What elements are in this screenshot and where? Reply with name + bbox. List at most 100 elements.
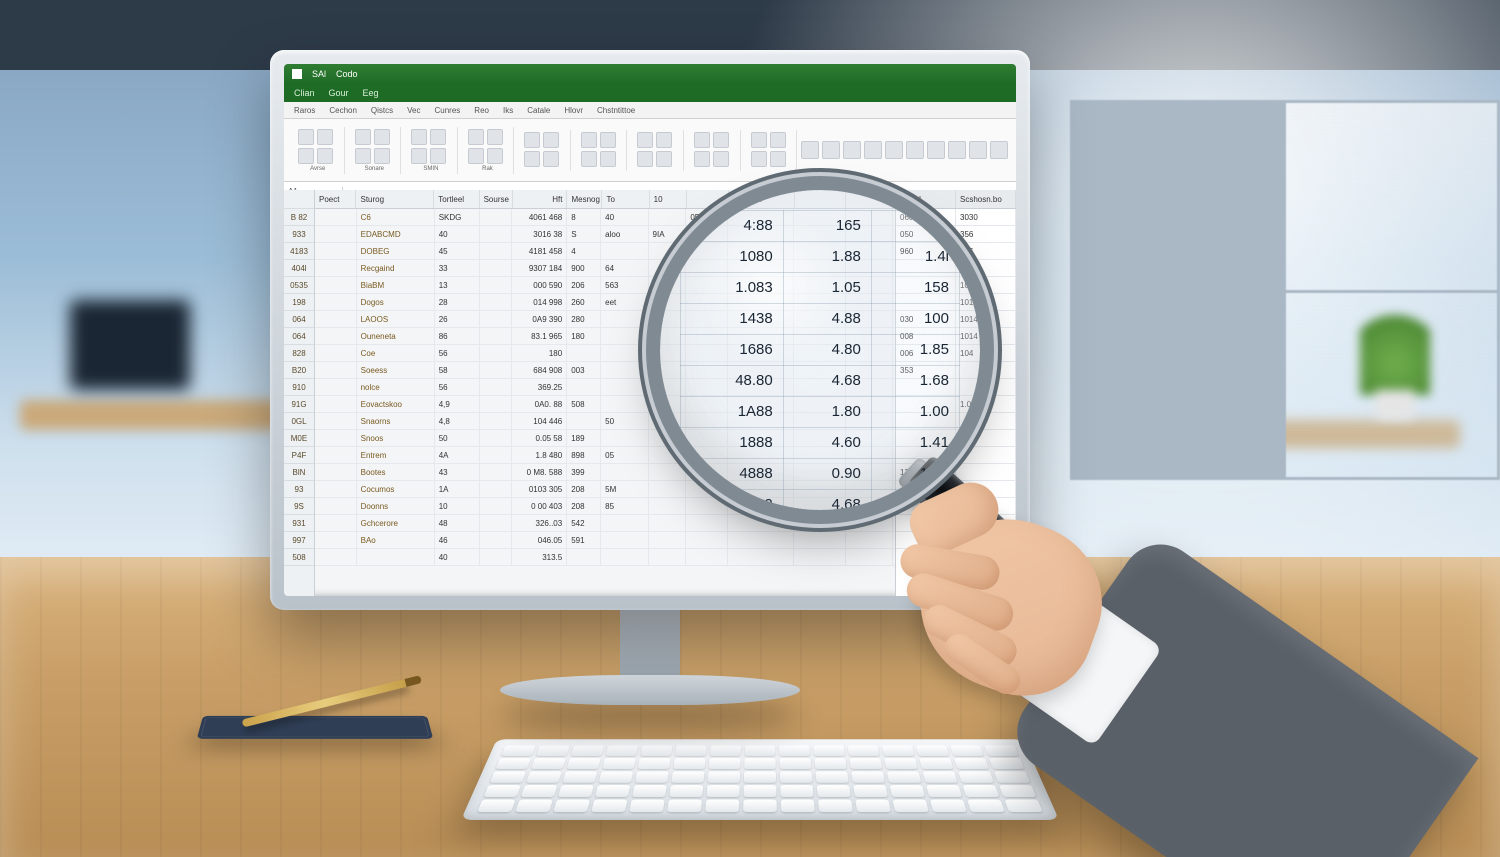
ribbon-button-icon[interactable] [298,148,314,164]
ribbon-button-icon[interactable] [770,132,786,148]
column-header[interactable]: Sourse [480,190,513,208]
row-header[interactable]: 828 [284,345,314,362]
column-header[interactable] [687,190,728,208]
ribbon-button-icon[interactable] [581,151,597,167]
table-row[interactable] [896,515,1016,532]
ribbon-right-icon[interactable] [927,141,945,159]
ribbon-right-icon[interactable] [885,141,903,159]
ribbon-tab[interactable]: Reo [474,106,489,115]
ribbon-button-icon[interactable] [374,129,390,145]
row-header[interactable]: 508 [284,549,314,566]
column-header[interactable] [846,190,893,208]
table-row[interactable]: 0603030 [896,209,1016,226]
table-row[interactable] [896,532,1016,549]
ribbon-button-icon[interactable] [637,132,653,148]
ribbon-right-icon[interactable] [906,141,924,159]
menubar[interactable]: ClianGourEeg [284,84,1016,102]
row-header[interactable]: 0GL [284,413,314,430]
ribbon-right-icon[interactable] [801,141,819,159]
menu-item[interactable]: Clian [294,88,315,98]
row-header[interactable]: M0E [284,430,314,447]
ribbon-button-icon[interactable] [524,132,540,148]
ribbon-tab[interactable]: Hlovr [564,106,583,115]
ribbon-tab[interactable]: Cunres [435,106,461,115]
row-header[interactable]: 064 [284,311,314,328]
row-header[interactable]: BlN [284,464,314,481]
row-header[interactable]: B20 [284,362,314,379]
ribbon-right-icon[interactable] [969,141,987,159]
table-row[interactable] [896,430,1016,447]
ribbon-right-icon[interactable] [864,141,882,159]
table-row[interactable]: 0081014 [896,328,1016,345]
ribbon-tab[interactable]: Iks [503,106,513,115]
table-row[interactable]: 131 [896,464,1016,481]
ribbon-tabs[interactable]: Raros Cechon Qistcs Vec Cunres Reo Iks Catale Hl… [284,102,1016,119]
ribbon-tab[interactable]: Qistcs [371,106,393,115]
ribbon-right-icon[interactable] [990,141,1008,159]
ribbon-button-icon[interactable] [374,148,390,164]
row-header[interactable]: 931 [284,515,314,532]
ribbon-button-icon[interactable] [600,151,616,167]
table-row[interactable]: 1014 [896,294,1016,311]
ribbon-button-icon[interactable] [355,148,371,164]
ribbon-button-icon[interactable] [543,151,559,167]
column-header[interactable]: Tortleel [434,190,479,208]
table-row[interactable]: 050356 [896,226,1016,243]
ribbon-button-icon[interactable] [524,151,540,167]
ribbon-button-icon[interactable] [317,129,333,145]
ribbon-button-icon[interactable] [581,132,597,148]
table-row[interactable] [896,481,1016,498]
row-header[interactable]: 93 [284,481,314,498]
table-row[interactable] [896,413,1016,430]
column-header[interactable]: Sturog [356,190,434,208]
ribbon-button-icon[interactable] [487,148,503,164]
ribbon-button-icon[interactable] [430,129,446,145]
ribbon-button-icon[interactable] [487,129,503,145]
ribbon-button-icon[interactable] [637,151,653,167]
row-header[interactable]: 198 [284,294,314,311]
menu-item[interactable]: Eeg [363,88,379,98]
row-header[interactable]: 91G [284,396,314,413]
ribbon-button-icon[interactable] [694,151,710,167]
column-header[interactable]: To [602,190,649,208]
row-header[interactable]: 910 [284,379,314,396]
table-row[interactable]: 0301014 [896,311,1016,328]
ribbon-button-icon[interactable] [468,148,484,164]
column-header[interactable]: Naaul [896,190,956,208]
ribbon-right-icon[interactable] [843,141,861,159]
ribbon-button-icon[interactable] [751,132,767,148]
table-row[interactable]: 1.00 [896,396,1016,413]
ribbon-button-icon[interactable] [355,129,371,145]
ribbon-tab[interactable]: Catale [527,106,550,115]
ribbon-tab[interactable]: Cechon [329,106,357,115]
ribbon-right-icon[interactable] [822,141,840,159]
table-row[interactable]: 353 [896,362,1016,379]
row-header[interactable]: 0535 [284,277,314,294]
row-header[interactable]: 064 [284,328,314,345]
row-header[interactable]: B 82 [284,209,314,226]
ribbon-tab[interactable]: Raros [294,106,315,115]
ribbon-button-icon[interactable] [656,151,672,167]
table-row[interactable]: 006104 [896,345,1016,362]
column-header[interactable]: Scshosn.bo [956,190,1016,208]
right-column-group[interactable]: NaaulScshosn.bo 060303005035696050610141… [895,190,1016,596]
ribbon-tab[interactable]: Chstntittoe [597,106,635,115]
ribbon-tab[interactable]: Vec [407,106,420,115]
row-header[interactable]: P4F [284,447,314,464]
ribbon-right-icon[interactable] [948,141,966,159]
column-header[interactable]: Mesnog [567,190,602,208]
ribbon-button-icon[interactable] [713,132,729,148]
worksheet[interactable]: B 829334183404l0535198064064828B2091091G… [284,190,1016,596]
ribbon-button-icon[interactable] [656,132,672,148]
column-header[interactable]: Certdea [729,190,795,208]
column-header[interactable]: Hft [513,190,568,208]
ribbon-button-icon[interactable] [317,148,333,164]
table-row[interactable] [896,447,1016,464]
table-row[interactable] [896,498,1016,515]
column-header[interactable]: 10 [650,190,688,208]
row-header[interactable]: 933 [284,226,314,243]
table-row[interactable]: 960506 [896,243,1016,260]
table-row[interactable] [896,379,1016,396]
table-row[interactable]: 1014 [896,277,1016,294]
ribbon-button-icon[interactable] [411,148,427,164]
